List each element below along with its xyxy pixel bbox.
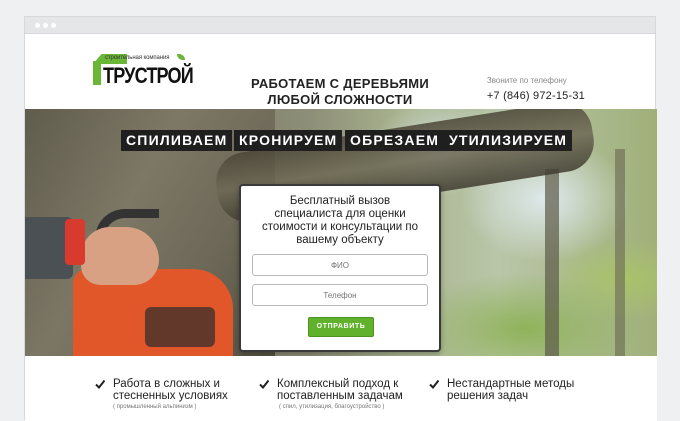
feature-title: Работа в сложных и стесненных условиях xyxy=(113,378,228,402)
logo-mark-icon xyxy=(93,61,101,85)
window-dot-icon xyxy=(51,23,56,28)
logo-tagline: строительная компания xyxy=(105,55,170,61)
worker-hand-image xyxy=(81,227,159,285)
phone-number[interactable]: +7 (846) 972-15-31 xyxy=(487,90,585,102)
callback-form: Бесплатный вызов специалиста для оценки … xyxy=(239,184,441,352)
form-title-line: стоимости и консультации по xyxy=(261,221,418,233)
feature-line: Нестандартные методы xyxy=(447,378,575,390)
features-row: Работа в сложных и стесненных условиях (… xyxy=(25,356,657,421)
form-title: Бесплатный вызов специалиста для оценки … xyxy=(249,195,431,247)
feature-note: ( спил, утилизация, благоустройство ) xyxy=(279,404,385,410)
feature-line: стесненных условиях xyxy=(113,390,228,402)
feature-title: Комплексный подход к поставленным задача… xyxy=(277,378,403,402)
feature-line: Работа в сложных и xyxy=(113,378,220,390)
checkmark-icon xyxy=(259,379,269,389)
service-tags: СПИЛИВАЕМ КРОНИРУЕМ ОБРЕЗАЕМ УТИЛИЗИРУЕМ xyxy=(25,130,657,152)
feature-title: Нестандартные методы решения задач xyxy=(447,378,574,402)
feature-line: Комплексный подход к xyxy=(277,378,399,390)
logo[interactable]: строительная компания ТРУСТРОЙ xyxy=(93,54,194,90)
phone-input[interactable] xyxy=(252,284,428,306)
service-tag: УТИЛИЗИРУЕМ xyxy=(444,130,573,151)
service-tag: СПИЛИВАЕМ xyxy=(121,130,233,151)
chainsaw-detail-image xyxy=(145,307,215,347)
checkmark-icon xyxy=(95,379,105,389)
submit-button[interactable]: ОТПРАВИТЬ xyxy=(308,317,374,337)
background-tree xyxy=(615,149,625,356)
service-tag: КРОНИРУЕМ xyxy=(234,130,343,151)
form-title-line: специалиста для оценки xyxy=(274,208,406,220)
leaf-icon xyxy=(177,54,185,60)
browser-frame: строительная компания ТРУСТРОЙ РАБОТАЕМ … xyxy=(24,16,657,421)
wristwatch-image xyxy=(65,219,85,265)
call-label: Звоните по телефону xyxy=(486,76,567,85)
page-headline: РАБОТАЕМ С ДЕРЕВЬЯМИ ЛЮБОЙ СЛОЖНОСТИ xyxy=(250,76,430,108)
form-title-line: Бесплатный вызов xyxy=(289,195,391,207)
feature-line: решения задач xyxy=(447,390,529,402)
checkmark-icon xyxy=(429,379,439,389)
service-tag: ОБРЕЗАЕМ xyxy=(345,130,445,151)
headline-line: РАБОТАЕМ С ДЕРЕВЬЯМИ xyxy=(250,76,430,91)
logo-name: ТРУСТРОЙ xyxy=(103,63,194,88)
browser-titlebar xyxy=(25,17,655,34)
form-title-line: вашему объекту xyxy=(296,234,384,246)
name-input[interactable] xyxy=(252,254,428,276)
feature-line: поставленным задачам xyxy=(277,390,403,402)
window-dot-icon xyxy=(43,23,48,28)
contact-block: Звоните по телефону +7 (846) 972-15-31 xyxy=(487,76,585,102)
feature-note: ( промышленный альпинизм ) xyxy=(113,404,197,410)
window-dot-icon xyxy=(35,23,40,28)
headline-line: ЛЮБОЙ СЛОЖНОСТИ xyxy=(267,92,413,107)
site-header: строительная компания ТРУСТРОЙ РАБОТАЕМ … xyxy=(25,34,655,109)
background-tree xyxy=(545,169,559,356)
